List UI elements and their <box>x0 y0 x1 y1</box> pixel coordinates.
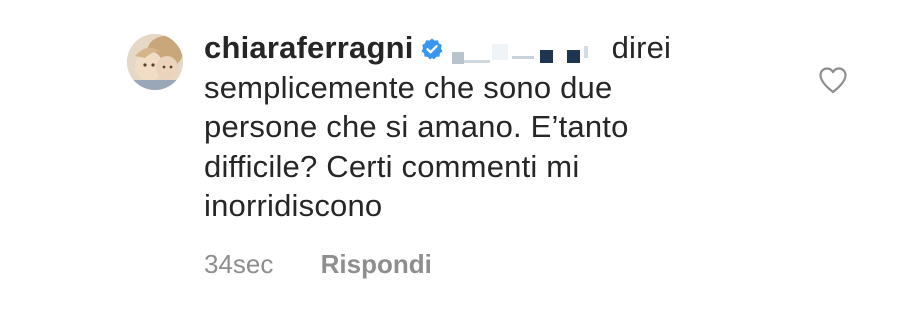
reply-button[interactable]: Rispondi <box>321 249 432 279</box>
avatar-image <box>127 34 183 90</box>
comment-text-line-2: semplicemente che sono due <box>204 69 613 105</box>
comment-text-line-1: direi <box>611 30 672 65</box>
comment-first-line: chiaraferragni direi <box>204 28 764 68</box>
avatar[interactable] <box>127 34 183 90</box>
redacted-mention <box>450 36 610 64</box>
comment-username[interactable]: chiaraferragni <box>204 30 414 65</box>
comment-meta: 34sec Rispondi <box>204 249 432 280</box>
comment-text-line-3: persone che si amano. E’tanto <box>204 109 629 144</box>
comment-text-line-4: difficile? Certi commenti mi <box>204 148 580 184</box>
comment-timestamp: 34sec <box>204 249 274 279</box>
comment-item: chiaraferragni direi semplicemente che so… <box>0 0 900 310</box>
verified-badge-icon <box>420 31 444 60</box>
heart-outline-icon[interactable] <box>818 66 848 94</box>
comment-text-line-5: inorridiscono <box>204 188 383 223</box>
comment-body: chiaraferragni direi semplicemente che so… <box>204 28 764 226</box>
